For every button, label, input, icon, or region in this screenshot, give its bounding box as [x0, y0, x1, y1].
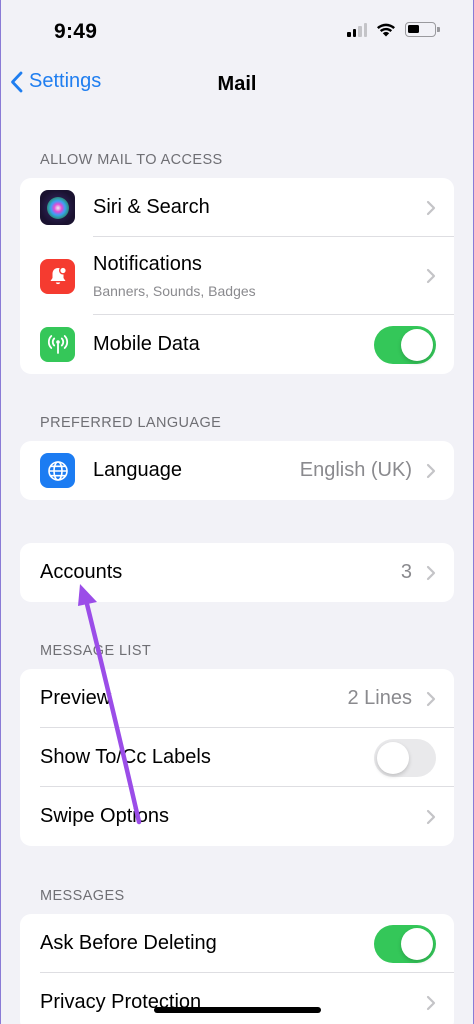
accounts-label: Accounts — [40, 561, 123, 583]
privacy-protection-row[interactable]: Privacy Protection — [20, 973, 454, 1024]
battery-icon — [405, 22, 440, 37]
antenna-icon — [40, 327, 75, 362]
section-header-messages: MESSAGES — [40, 888, 125, 904]
home-indicator — [154, 1007, 321, 1013]
siri-search-row[interactable]: Siri & Search — [20, 178, 454, 237]
show-to-cc-label: Show To/Cc Labels — [40, 746, 211, 768]
group-allow-access: Siri & Search Notifications Banners, Sou… — [20, 178, 454, 374]
globe-icon — [40, 453, 75, 488]
mobile-data-label: Mobile Data — [93, 333, 200, 355]
notifications-label: Notifications — [93, 253, 202, 275]
status-icons — [347, 22, 440, 37]
siri-search-label: Siri & Search — [93, 196, 210, 218]
group-accounts: Accounts 3 — [20, 543, 454, 602]
bell-icon — [40, 258, 75, 294]
chevron-right-icon — [426, 200, 436, 215]
chevron-right-icon — [426, 809, 436, 824]
ask-before-deleting-row: Ask Before Deleting — [20, 914, 454, 973]
cellular-signal-icon — [347, 22, 367, 37]
chevron-right-icon — [426, 691, 436, 706]
mobile-data-row: Mobile Data — [20, 315, 454, 374]
status-time: 9:49 — [54, 20, 98, 43]
language-row[interactable]: Language English (UK) — [20, 441, 454, 500]
notifications-subtitle: Banners, Sounds, Badges — [93, 283, 256, 299]
chevron-right-icon — [426, 565, 436, 580]
page-title: Mail — [217, 73, 257, 95]
ask-before-deleting-label: Ask Before Deleting — [40, 932, 217, 954]
ask-before-deleting-toggle[interactable] — [374, 924, 436, 963]
show-to-cc-row: Show To/Cc Labels — [20, 728, 454, 787]
group-message-list: Preview 2 Lines Show To/Cc Labels Swipe … — [20, 669, 454, 846]
language-value: English (UK) — [299, 459, 412, 481]
section-header-message-list: MESSAGE LIST — [40, 643, 152, 659]
mobile-data-toggle[interactable] — [374, 325, 436, 364]
chevron-right-icon — [426, 995, 436, 1010]
language-label: Language — [93, 459, 182, 481]
preview-label: Preview — [40, 687, 112, 709]
section-header-preferred-language: PREFERRED LANGUAGE — [40, 415, 222, 431]
chevron-right-icon — [426, 463, 436, 478]
swipe-options-row[interactable]: Swipe Options — [20, 787, 454, 846]
preview-value: 2 Lines — [347, 687, 413, 709]
group-preferred-language: Language English (UK) — [20, 441, 454, 500]
accounts-count: 3 — [400, 561, 412, 583]
section-header-allow-access: ALLOW MAIL TO ACCESS — [40, 152, 223, 168]
status-bar: 9:49 — [0, 0, 474, 64]
wifi-icon — [377, 23, 395, 37]
navigation-bar: Settings Mail — [0, 64, 474, 108]
swipe-options-label: Swipe Options — [40, 805, 169, 827]
chevron-right-icon — [426, 268, 436, 284]
notifications-row[interactable]: Notifications Banners, Sounds, Badges — [20, 237, 454, 315]
preview-row[interactable]: Preview 2 Lines — [20, 669, 454, 728]
show-to-cc-toggle[interactable] — [374, 738, 436, 777]
accounts-row[interactable]: Accounts 3 — [20, 543, 454, 602]
siri-icon — [40, 190, 75, 225]
